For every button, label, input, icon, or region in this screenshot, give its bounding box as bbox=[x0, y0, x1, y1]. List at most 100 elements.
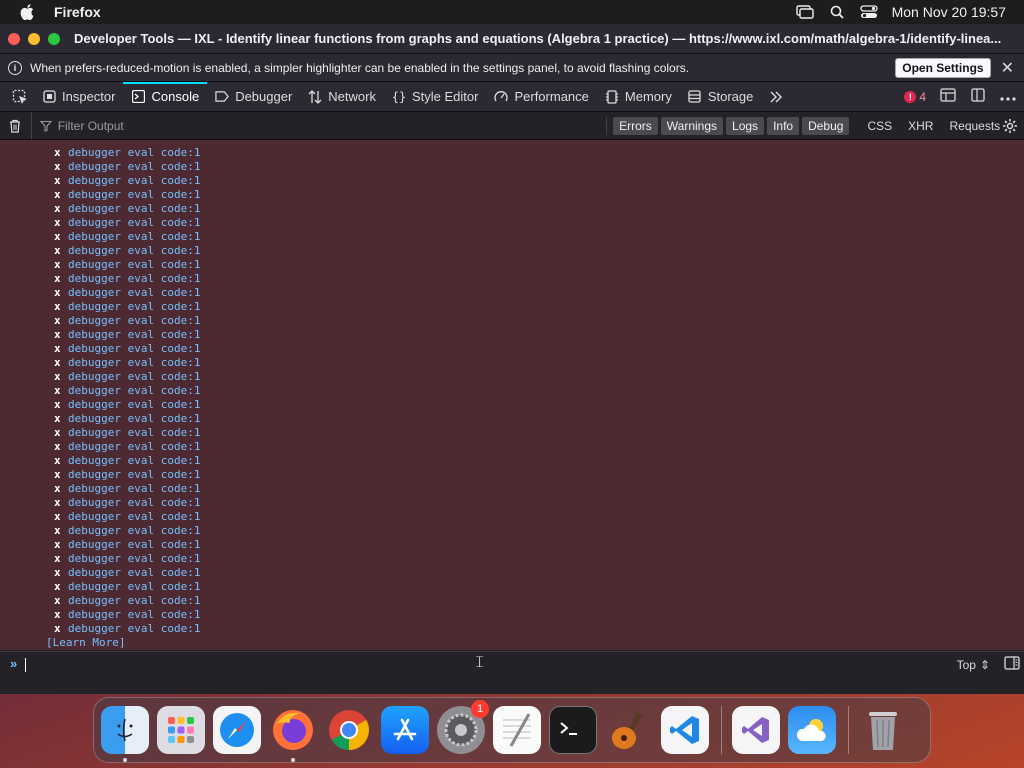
log-entry: x debugger eval code:1 bbox=[0, 482, 1024, 496]
log-entry: x debugger eval code:1 bbox=[0, 174, 1024, 188]
minimize-window-button[interactable] bbox=[28, 32, 40, 45]
source-link[interactable]: debugger eval code:1 bbox=[68, 300, 200, 314]
dock-app-vscode[interactable] bbox=[661, 706, 709, 754]
dock-app-safari[interactable] bbox=[213, 706, 261, 754]
dock-app-finder[interactable] bbox=[101, 706, 149, 762]
dock: 1 bbox=[93, 697, 931, 763]
source-link[interactable]: debugger eval code:1 bbox=[68, 328, 200, 342]
source-link[interactable]: debugger eval code:1 bbox=[68, 510, 200, 524]
source-link[interactable]: debugger eval code:1 bbox=[68, 216, 200, 230]
source-link[interactable]: debugger eval code:1 bbox=[68, 426, 200, 440]
open-settings-button[interactable]: Open Settings bbox=[895, 57, 991, 78]
dock-app-chrome[interactable] bbox=[325, 706, 373, 754]
console-settings-gear-icon[interactable] bbox=[1000, 118, 1020, 134]
dock-app-weather[interactable] bbox=[788, 706, 836, 754]
source-link[interactable]: debugger eval code:1 bbox=[68, 272, 200, 286]
sidebar-toggle-icon[interactable] bbox=[1004, 656, 1020, 675]
console-output[interactable]: x debugger eval code:1 x debugger eval code… bbox=[0, 140, 1024, 650]
tab-memory[interactable]: Memory bbox=[597, 82, 680, 112]
spotlight-search-icon[interactable] bbox=[828, 5, 846, 19]
log-entry: x debugger eval code:1 bbox=[0, 244, 1024, 258]
filter-warnings-button[interactable]: Warnings bbox=[660, 116, 724, 135]
dock-app-firefox[interactable] bbox=[269, 706, 317, 762]
app-menu-name[interactable]: Firefox bbox=[54, 4, 101, 20]
control-center-icon[interactable] bbox=[859, 5, 878, 19]
source-link[interactable]: debugger eval code:1 bbox=[68, 580, 200, 594]
source-link[interactable]: debugger eval code:1 bbox=[68, 538, 200, 552]
source-link[interactable]: debugger eval code:1 bbox=[68, 524, 200, 538]
console-input-row[interactable]: » 𝙸 Top ⇕ bbox=[0, 651, 1024, 694]
filter-info-button[interactable]: Info bbox=[767, 116, 800, 135]
close-window-button[interactable] bbox=[8, 32, 20, 45]
separate-window-icon[interactable] bbox=[970, 87, 986, 106]
source-link[interactable]: debugger eval code:1 bbox=[68, 496, 200, 510]
notification-badge: 1 bbox=[471, 700, 489, 718]
source-link[interactable]: debugger eval code:1 bbox=[68, 622, 200, 636]
source-link[interactable]: debugger eval code:1 bbox=[68, 608, 200, 622]
tab-inspector[interactable]: Inspector bbox=[34, 82, 123, 112]
filter-output-input[interactable]: Filter Output bbox=[39, 119, 594, 133]
dock-app-launchpad[interactable] bbox=[157, 706, 205, 754]
tab-style-editor[interactable]: {} Style Editor bbox=[384, 82, 486, 112]
dock-app-textedit[interactable] bbox=[493, 706, 541, 754]
source-link[interactable]: debugger eval code:1 bbox=[68, 342, 200, 356]
dock-app-trash[interactable] bbox=[859, 706, 907, 754]
dock-app-system-settings[interactable]: 1 bbox=[437, 700, 489, 754]
menubar-clock[interactable]: Mon Nov 20 19:57 bbox=[892, 4, 1006, 20]
source-link[interactable]: debugger eval code:1 bbox=[68, 468, 200, 482]
clear-console-trash-icon[interactable] bbox=[0, 112, 32, 139]
filter-logs-button[interactable]: Logs bbox=[726, 116, 765, 135]
source-link[interactable]: debugger eval code:1 bbox=[68, 160, 200, 174]
source-link[interactable]: debugger eval code:1 bbox=[68, 188, 200, 202]
dock-app-app-store[interactable] bbox=[381, 706, 429, 754]
maximize-window-button[interactable] bbox=[48, 32, 60, 45]
source-link[interactable]: debugger eval code:1 bbox=[68, 314, 200, 328]
source-link[interactable]: debugger eval code:1 bbox=[68, 440, 200, 454]
tab-performance[interactable]: Performance bbox=[486, 82, 596, 112]
filter-xhr-button[interactable]: XHR bbox=[908, 119, 933, 133]
more-options-icon[interactable] bbox=[1000, 89, 1016, 104]
source-link[interactable]: debugger eval code:1 bbox=[68, 482, 200, 496]
tab-label: Console bbox=[151, 89, 200, 104]
filter-requests-button[interactable]: Requests bbox=[949, 119, 1000, 133]
source-link[interactable]: debugger eval code:1 bbox=[68, 286, 200, 300]
source-link[interactable]: debugger eval code:1 bbox=[68, 174, 200, 188]
tab-network[interactable]: Network bbox=[300, 82, 384, 112]
source-link[interactable]: debugger eval code:1 bbox=[68, 202, 200, 216]
dock-side-icon[interactable] bbox=[940, 88, 956, 105]
filter-errors-button[interactable]: Errors bbox=[613, 116, 658, 135]
source-link[interactable]: debugger eval code:1 bbox=[68, 146, 200, 160]
source-link[interactable]: debugger eval code:1 bbox=[68, 398, 200, 412]
source-link[interactable]: debugger eval code:1 bbox=[68, 356, 200, 370]
source-link[interactable]: debugger eval code:1 bbox=[68, 552, 200, 566]
filter-debug-button[interactable]: Debug bbox=[802, 116, 850, 135]
source-link[interactable]: debugger eval code:1 bbox=[68, 594, 200, 608]
source-link[interactable]: debugger eval code:1 bbox=[68, 412, 200, 426]
error-icon: ! bbox=[904, 90, 917, 103]
tab-console[interactable]: Console bbox=[123, 81, 207, 112]
dock-app-visual-studio[interactable] bbox=[732, 706, 780, 754]
source-link[interactable]: debugger eval code:1 bbox=[68, 566, 200, 580]
tab-debugger[interactable]: Debugger bbox=[207, 82, 300, 112]
source-link[interactable]: debugger eval code:1 bbox=[68, 244, 200, 258]
more-tools-chevron-icon[interactable] bbox=[761, 82, 791, 112]
dock-app-terminal[interactable] bbox=[549, 706, 597, 754]
screen-mirroring-icon[interactable] bbox=[795, 5, 814, 19]
close-icon[interactable]: ✕ bbox=[1001, 58, 1014, 78]
entry-marker: x bbox=[54, 286, 61, 299]
error-count-badge[interactable]: ! 4 bbox=[904, 90, 926, 104]
dock-app-garageband[interactable] bbox=[605, 706, 653, 754]
filter-css-button[interactable]: CSS bbox=[867, 119, 892, 133]
source-link[interactable]: debugger eval code:1 bbox=[68, 370, 200, 384]
context-selector[interactable]: Top ⇕ bbox=[957, 658, 990, 672]
source-link[interactable]: debugger eval code:1 bbox=[68, 258, 200, 272]
source-link[interactable]: debugger eval code:1 bbox=[68, 384, 200, 398]
source-link[interactable]: debugger eval code:1 bbox=[68, 454, 200, 468]
source-link[interactable]: debugger eval code:1 bbox=[68, 230, 200, 244]
apple-icon[interactable] bbox=[20, 4, 34, 21]
entry-marker: x bbox=[54, 328, 61, 341]
tab-storage[interactable]: Storage bbox=[680, 82, 762, 112]
element-picker-icon[interactable] bbox=[6, 89, 34, 105]
log-entry: x debugger eval code:1 bbox=[0, 580, 1024, 594]
learn-more-link[interactable]: [Learn More] bbox=[0, 636, 1024, 650]
